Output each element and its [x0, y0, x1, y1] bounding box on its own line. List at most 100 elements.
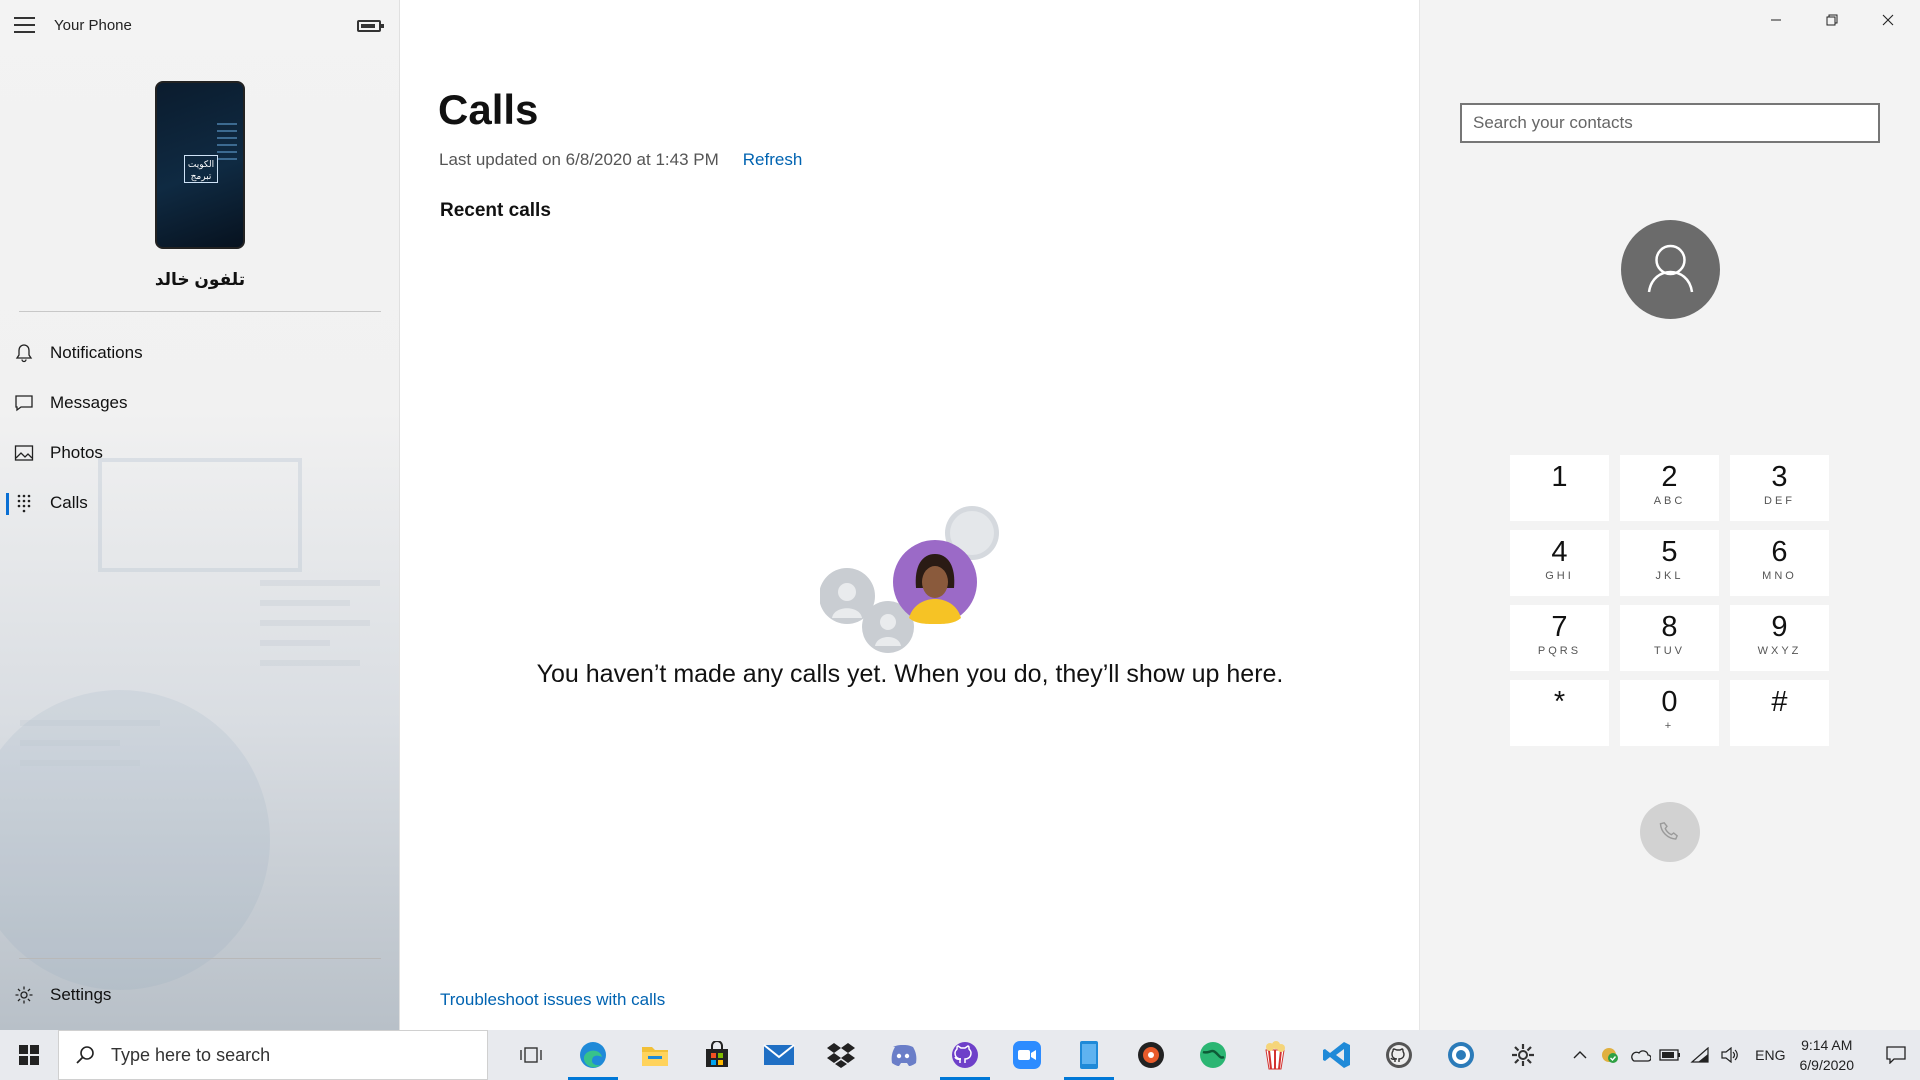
key-letters: PQRS: [1537, 645, 1582, 657]
restore-icon: [1826, 14, 1838, 26]
key-digit: 9: [1771, 611, 1788, 643]
key-hash[interactable]: #: [1730, 680, 1829, 746]
key-6[interactable]: 6 MNO: [1730, 530, 1829, 596]
close-icon: [1882, 14, 1894, 26]
onedrive-icon[interactable]: [1625, 1030, 1655, 1080]
recent-calls-heading: Recent calls: [440, 200, 551, 221]
key-4[interactable]: 4 GHI: [1510, 530, 1609, 596]
wifi-icon[interactable]: [1685, 1030, 1715, 1080]
key-digit: 6: [1771, 536, 1788, 568]
empty-state-message: You haven’t made any calls yet. When you…: [536, 660, 1284, 688]
key-digit: 8: [1661, 611, 1678, 643]
key-1[interactable]: 1: [1510, 455, 1609, 521]
key-3[interactable]: 3 DEF: [1730, 455, 1829, 521]
last-updated-row: Last updated on 6/8/2020 at 1:43 PM Refr…: [439, 150, 802, 170]
empty-calls-illustration: [820, 506, 999, 653]
key-letters: WXYZ: [1757, 645, 1802, 657]
github-desktop-icon[interactable]: [1368, 1030, 1430, 1080]
nav-item-calls[interactable]: Calls: [0, 478, 399, 528]
key-digit: 2: [1661, 461, 1678, 493]
file-explorer-icon[interactable]: [624, 1030, 686, 1080]
key-digit: 3: [1771, 461, 1788, 493]
nav-item-label: Photos: [50, 443, 103, 462]
key-digit: #: [1771, 686, 1788, 718]
zoom-icon[interactable]: [996, 1030, 1058, 1080]
action-center-icon[interactable]: [1872, 1030, 1920, 1080]
divider: [19, 958, 381, 959]
key-5[interactable]: 5 JKL: [1620, 530, 1719, 596]
nav-item-photos[interactable]: Photos: [0, 428, 399, 478]
system-tray: ENG 9:14 AM 6/9/2020: [1565, 1030, 1920, 1080]
phone-handset-icon: [1659, 821, 1679, 840]
settings-gear-icon[interactable]: [1492, 1030, 1554, 1080]
github-alt-icon[interactable]: [1430, 1030, 1492, 1080]
nav-item-label: Notifications: [50, 343, 143, 362]
key-7[interactable]: 7 PQRS: [1510, 605, 1609, 671]
phone-wallpaper-logo: الكويت تبرمج: [184, 155, 218, 183]
dropbox-icon[interactable]: [810, 1030, 872, 1080]
key-digit: 7: [1551, 611, 1568, 643]
key-letters: +: [1664, 720, 1675, 732]
nav-item-label: Messages: [50, 393, 128, 412]
chat-icon: [15, 395, 33, 412]
start-button[interactable]: [0, 1030, 58, 1080]
volume-icon[interactable]: [1715, 1030, 1745, 1080]
key-letters: GHI: [1545, 570, 1574, 582]
dialpad-icon: [17, 494, 31, 513]
store-icon[interactable]: [686, 1030, 748, 1080]
language-indicator[interactable]: ENG: [1755, 1047, 1785, 1063]
nav-item-settings[interactable]: Settings: [0, 970, 399, 1020]
person-icon: [1647, 244, 1694, 293]
minimize-icon: [1771, 19, 1781, 21]
discord-icon[interactable]: [872, 1030, 934, 1080]
clock-time: 9:14 AM: [1801, 1037, 1853, 1053]
nav-list: Notifications Messages Photos Calls: [0, 328, 399, 528]
hamburger-menu-icon[interactable]: [14, 17, 35, 33]
github-icon[interactable]: [934, 1030, 996, 1080]
key-digit: 4: [1551, 536, 1568, 568]
battery-tray-icon[interactable]: [1655, 1030, 1685, 1080]
key-digit: 5: [1661, 536, 1678, 568]
mail-icon[interactable]: [748, 1030, 810, 1080]
title-bar: Your Phone: [0, 0, 399, 50]
security-status-icon[interactable]: [1595, 1030, 1625, 1080]
music-icon[interactable]: [1120, 1030, 1182, 1080]
pinned-apps: [500, 1030, 1554, 1080]
nav-item-notifications[interactable]: Notifications: [0, 328, 399, 378]
key-digit: 0: [1661, 686, 1678, 718]
globe-icon[interactable]: [1182, 1030, 1244, 1080]
minimize-button[interactable]: [1748, 0, 1804, 40]
dialer-panel: 1 2 ABC 3 DEF 4 GHI 5 JKL 6 MNO 7 PQRS 8 TUV 9 W…: [1419, 0, 1920, 1030]
key-star[interactable]: *: [1510, 680, 1609, 746]
popcorn-icon[interactable]: [1244, 1030, 1306, 1080]
key-digit: *: [1553, 686, 1566, 718]
nav-item-messages[interactable]: Messages: [0, 378, 399, 428]
key-digit: 1: [1551, 461, 1568, 493]
vscode-icon[interactable]: [1306, 1030, 1368, 1080]
troubleshoot-link[interactable]: Troubleshoot issues with calls: [440, 990, 665, 1010]
taskbar-search-placeholder: Type here to search: [111, 1044, 271, 1065]
refresh-link[interactable]: Refresh: [743, 150, 803, 170]
clock[interactable]: 9:14 AM 6/9/2020: [1800, 1035, 1855, 1075]
contacts-search-input[interactable]: [1460, 103, 1880, 143]
your-phone-icon[interactable]: [1058, 1030, 1120, 1080]
search-icon: [76, 1046, 94, 1064]
chevron-up-icon[interactable]: [1565, 1030, 1595, 1080]
key-letters: TUV: [1654, 645, 1685, 657]
key-0[interactable]: 0 +: [1620, 680, 1719, 746]
task-view-icon[interactable]: [500, 1030, 562, 1080]
key-9[interactable]: 9 WXYZ: [1730, 605, 1829, 671]
edge-icon[interactable]: [562, 1030, 624, 1080]
key-8[interactable]: 8 TUV: [1620, 605, 1719, 671]
app-title: Your Phone: [54, 17, 132, 34]
last-updated-text: Last updated on 6/8/2020 at 1:43 PM: [439, 150, 719, 169]
call-button[interactable]: [1640, 802, 1700, 862]
restore-button[interactable]: [1804, 0, 1860, 40]
sidebar: Your Phone الكويت تبرمج تلفون خالد Notif…: [0, 0, 400, 1030]
close-button[interactable]: [1860, 0, 1916, 40]
key-2[interactable]: 2 ABC: [1620, 455, 1719, 521]
image-icon: [14, 445, 34, 461]
nav-item-label: Calls: [50, 493, 88, 512]
taskbar-search-box[interactable]: Type here to search: [58, 1030, 488, 1080]
page-title: Calls: [438, 86, 539, 133]
